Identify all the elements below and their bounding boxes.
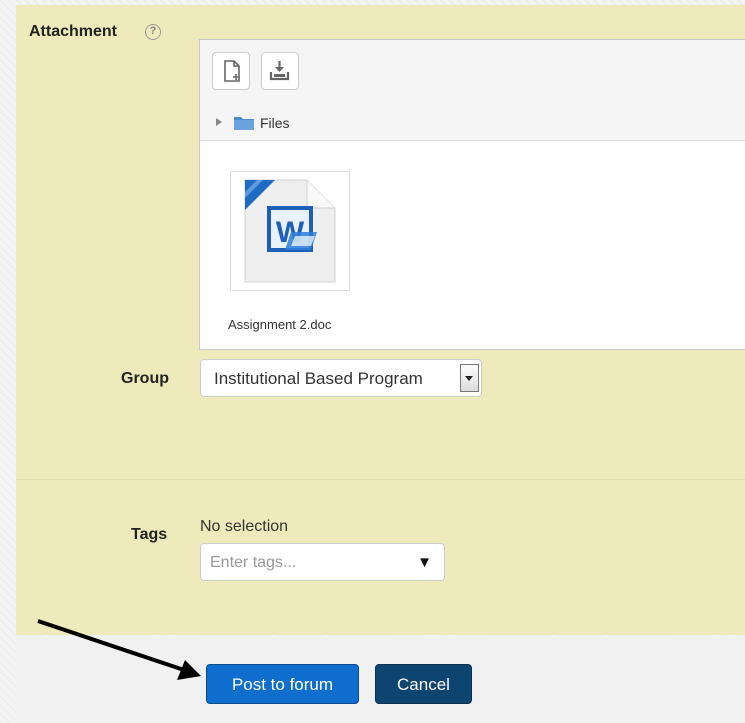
- expand-triangle-icon[interactable]: [216, 118, 222, 126]
- group-selected-value: Institutional Based Program: [214, 369, 423, 388]
- word-document-icon: W: [244, 179, 336, 283]
- tags-label: Tags: [131, 526, 168, 543]
- tags-status: No selection: [200, 518, 289, 535]
- folder-icon: [234, 117, 254, 130]
- file-path-bar: Files: [200, 104, 745, 141]
- file-name-label[interactable]: Assignment 2.doc: [228, 317, 331, 332]
- group-label: Group: [121, 370, 169, 387]
- path-files-label[interactable]: Files: [260, 115, 290, 131]
- chevron-down-icon[interactable]: [460, 364, 479, 392]
- download-button[interactable]: [261, 52, 299, 90]
- file-item[interactable]: W: [230, 171, 350, 291]
- question-circle-icon[interactable]: ?: [145, 24, 161, 40]
- download-icon: [269, 61, 290, 81]
- attachment-label: Attachment: [29, 23, 118, 40]
- cancel-button[interactable]: Cancel: [375, 664, 472, 704]
- tags-input[interactable]: Enter tags... ▼: [200, 543, 445, 581]
- file-manager-toolbar: [200, 40, 745, 105]
- add-file-icon: [224, 60, 240, 82]
- section-divider: [16, 479, 745, 480]
- group-select[interactable]: Institutional Based Program: [200, 359, 482, 397]
- triangle-down-icon[interactable]: ▼: [417, 554, 432, 571]
- file-manager[interactable]: Files W Assignment 2.doc: [199, 39, 745, 350]
- post-to-forum-button[interactable]: Post to forum: [206, 664, 359, 704]
- add-file-button[interactable]: [212, 52, 250, 90]
- tags-placeholder: Enter tags...: [210, 554, 297, 571]
